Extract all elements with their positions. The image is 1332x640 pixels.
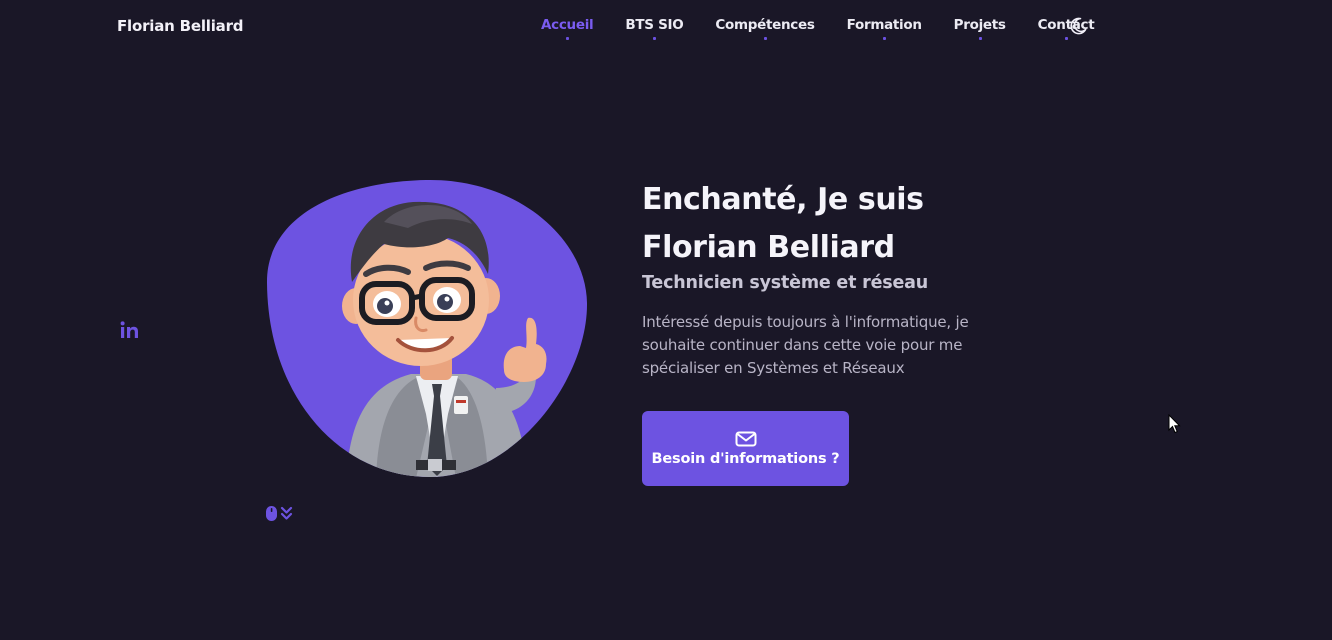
linkedin-icon[interactable] [119,319,141,341]
mail-icon [735,431,756,446]
nav-link-accueil[interactable]: Accueil [541,17,594,40]
nav-link-bts-sio[interactable]: BTS SIO [625,17,684,40]
mouse-scroll-icon[interactable] [265,504,297,524]
moon-icon[interactable] [1069,17,1087,35]
hero-description: Intéressé depuis toujours à l'informatiq… [642,313,969,377]
nav-link-formation[interactable]: Formation [847,17,922,40]
hero-title: Enchanté, Je suis Florian Belliard [642,176,1062,272]
cta-label: Besoin d'informations ? [651,450,840,467]
site-logo[interactable]: Florian Belliard [117,17,244,35]
profile-avatar [266,178,588,478]
site-header: Florian Belliard Accueil BTS SIO Compéte… [0,0,1332,54]
mouse-cursor-icon [1168,413,1181,434]
hero-subtitle: Technicien système et réseau [642,273,929,293]
hero-title-line-1: Enchanté, Je suis [642,182,924,217]
contact-cta-button[interactable]: Besoin d'informations ? [642,411,849,486]
nav-link-competences[interactable]: Compétences [715,17,815,40]
main-nav: Accueil BTS SIO Compétences Formation Pr… [541,17,1126,40]
hero-title-line-2: Florian Belliard [642,230,895,265]
nav-link-projets[interactable]: Projets [954,17,1006,40]
